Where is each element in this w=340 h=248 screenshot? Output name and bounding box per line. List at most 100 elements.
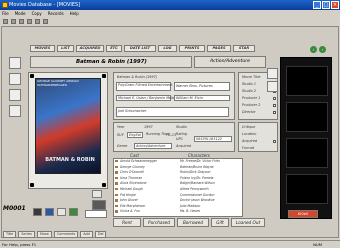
- toolbar-button-6[interactable]: [43, 18, 48, 24]
- right-icons: [266, 68, 279, 152]
- cast-row[interactable]: John Glover Doctor Jason Woodrue: [114, 198, 242, 202]
- tab-list[interactable]: LIST: [57, 45, 74, 52]
- tab-movies[interactable]: MOVIES: [30, 45, 55, 52]
- character-name: Commissioner Gordon: [180, 192, 215, 197]
- director-field[interactable]: William M. Elvin: [174, 95, 230, 101]
- toolbar-button-2[interactable]: [11, 18, 16, 24]
- cast-row[interactable]: Michael Gough Alfred Pennyworth: [114, 187, 242, 191]
- prev-record-icon[interactable]: ‹: [310, 46, 317, 53]
- character-name: Poison Ivy/Dr. Pamela: [180, 175, 214, 180]
- producer-field[interactable]: PolyGram Filmed Entertainment: [116, 82, 172, 91]
- movie-title: Batman & Robin (1997): [30, 56, 192, 68]
- actor-icon: [115, 188, 118, 191]
- cast-row[interactable]: Elle Macpherson Julie Madison: [114, 204, 242, 208]
- studio-field[interactable]: Warner Bros. Pictures: [174, 82, 230, 91]
- close-button[interactable]: ×: [331, 1, 339, 9]
- film-frame: [286, 66, 328, 96]
- actor-name: Michael Gough: [120, 187, 144, 191]
- icon-c[interactable]: [57, 208, 66, 216]
- cast-row[interactable]: Chris O'Donnell Robin/Dick Grayson: [114, 170, 242, 174]
- icon-a[interactable]: [33, 208, 42, 216]
- rent-button[interactable]: Rent: [113, 218, 141, 227]
- cast-row[interactable]: Pat Hingle Commissioner Gordon: [114, 193, 242, 197]
- maximize-button[interactable]: □: [322, 1, 330, 9]
- cast-row[interactable]: Vivica A. Fox Ms. B. Haven: [114, 209, 242, 213]
- details-title: Batman & Robin (1997): [117, 75, 158, 79]
- bottom-add-button[interactable]: Add: [80, 230, 93, 238]
- toolbar-button-5[interactable]: [35, 18, 40, 24]
- loaned-out-button[interactable]: Loaned Out: [231, 218, 265, 227]
- tab-pages[interactable]: PAGES: [207, 45, 231, 52]
- reel-icon[interactable]: [267, 68, 278, 79]
- cast-row[interactable]: George Clooney Batman/Bruce Wayne: [114, 165, 242, 169]
- ticket-icon[interactable]: [9, 89, 21, 101]
- bottom-del-button[interactable]: Del: [94, 230, 107, 238]
- record-field[interactable]: [85, 210, 107, 218]
- icon-d[interactable]: [69, 208, 78, 216]
- directed-by-field[interactable]: Joel Schumacher: [116, 107, 229, 117]
- corner-icon: [102, 183, 106, 187]
- producer-field-2[interactable]: Michael E. Uslan / Benjamin Melniker: [116, 95, 181, 101]
- actor-icon: [115, 210, 118, 213]
- toolbar-button-1[interactable]: [3, 18, 8, 24]
- nav-arrows: ‹ ›: [310, 46, 326, 53]
- star-icon[interactable]: [9, 105, 21, 117]
- menu-mode[interactable]: Mode: [15, 10, 26, 17]
- projector-icon[interactable]: [92, 200, 106, 210]
- toolbar-button-3[interactable]: [19, 18, 24, 24]
- actor-name: Pat Hingle: [120, 192, 136, 197]
- poster-name: BATMAN & ROBIN: [45, 157, 95, 163]
- actor-name: George Clooney: [120, 164, 145, 169]
- tab-acquired[interactable]: ACQUIRED: [76, 45, 104, 52]
- cast-row[interactable]: Arnold Schwarzenegger Mr. Freeze/Dr. Vict…: [114, 159, 242, 163]
- film-strip: [280, 57, 332, 219]
- poster-button[interactable]: [92, 190, 102, 198]
- language-field[interactable]: English: [127, 132, 143, 138]
- menu-records[interactable]: Records: [48, 10, 64, 17]
- icon-b[interactable]: [45, 208, 54, 216]
- camera-icon[interactable]: [9, 73, 21, 85]
- menu-help[interactable]: Help: [70, 10, 79, 17]
- tab-date-list[interactable]: DATE LIST: [124, 45, 156, 52]
- genre-field[interactable]: Action/Adventure: [134, 143, 172, 149]
- movie-number: M0001: [3, 205, 26, 212]
- info-panel: Year 1997 SUY English Running Time PG-13…: [113, 122, 235, 152]
- window-title: Movies Database - [MOVIES]: [9, 2, 81, 8]
- actor-name: John Glover: [120, 198, 138, 203]
- bottom-comments-button[interactable]: Comments: [53, 230, 79, 238]
- cast-row[interactable]: Uma Thurman Poison Ivy/Dr. Pamela: [114, 176, 242, 180]
- actor-name: Arnold Schwarzenegger: [120, 159, 157, 163]
- corner-icon: [30, 183, 34, 187]
- character-name: Ms. B. Haven: [180, 209, 201, 214]
- actor-name: Uma Thurman: [120, 175, 143, 180]
- status-num: NUM: [313, 242, 322, 247]
- actor-icon: [115, 199, 118, 202]
- upc-field[interactable]: 085391163122: [194, 136, 232, 142]
- minimize-button[interactable]: _: [313, 1, 321, 9]
- purchased-button[interactable]: Purchased: [143, 218, 175, 227]
- tab-prints[interactable]: PRINTS: [179, 45, 205, 52]
- menu-copy[interactable]: Copy: [32, 10, 42, 17]
- gift-button[interactable]: Gift: [211, 218, 229, 227]
- tab-star[interactable]: STAR: [233, 45, 255, 52]
- poster-frame: GEORGE CLOONEY ARNOLD SCHWARZENEGGER BAT…: [28, 72, 108, 189]
- toolbar-button-4[interactable]: [27, 18, 32, 24]
- borrowed-button[interactable]: Borrowed: [177, 218, 209, 227]
- actor-icon: [115, 176, 118, 180]
- menu-file[interactable]: File: [2, 10, 9, 17]
- bottom-show-button[interactable]: Show: [36, 230, 52, 238]
- tab-etc[interactable]: ETC: [106, 45, 122, 52]
- corner-icon: [102, 74, 106, 78]
- film-label[interactable]: Kr0e0: [288, 210, 318, 218]
- character-name: Mr. Freeze/Dr. Victor Fries: [180, 159, 220, 163]
- bottom-series-button[interactable]: Series: [18, 230, 35, 238]
- bottom-title-button[interactable]: Title: [3, 230, 17, 238]
- next-record-icon[interactable]: ›: [319, 46, 326, 53]
- tab-log[interactable]: LOG: [158, 45, 177, 52]
- character-name: Doctor Jason Woodrue: [180, 198, 215, 203]
- movie-genre: Action/Adventure: [194, 56, 266, 68]
- film-icon[interactable]: [9, 57, 21, 69]
- actor-name: Alicia Silverstone: [120, 181, 147, 186]
- cast-row[interactable]: Alicia Silverstone Batgirl/Barbara Wilson: [114, 181, 242, 185]
- clapper-icon[interactable]: [267, 81, 278, 92]
